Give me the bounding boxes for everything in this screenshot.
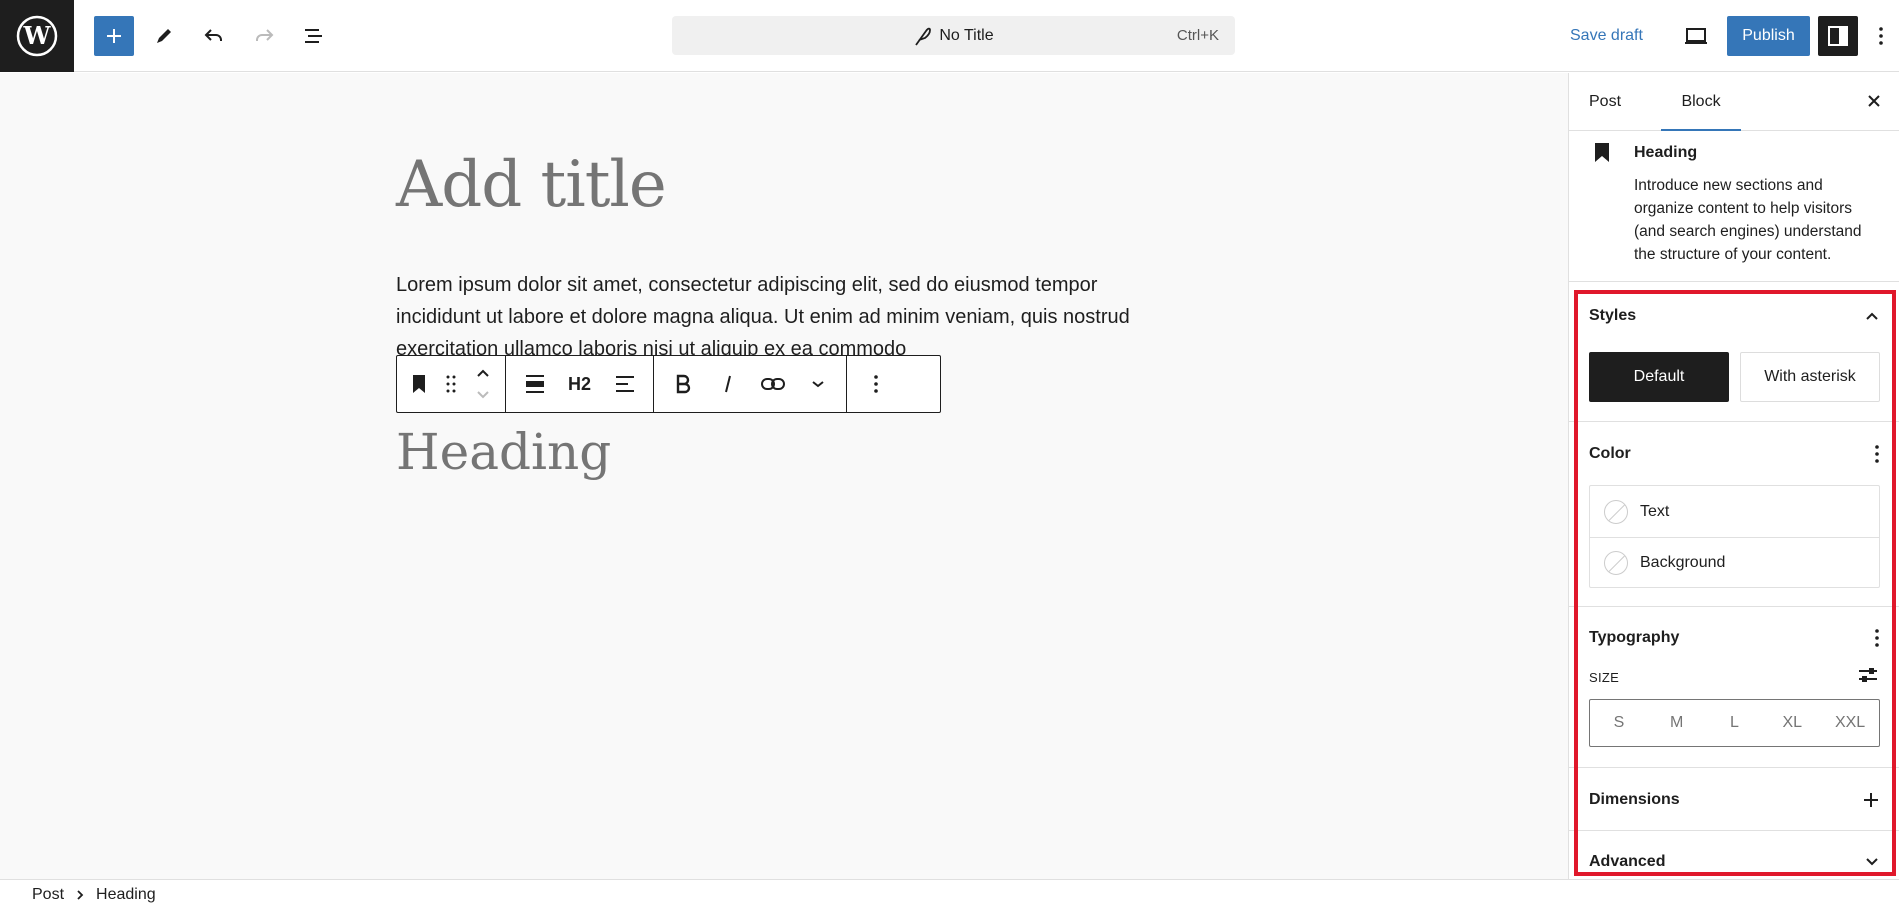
dimensions-panel-title: Dimensions bbox=[1589, 791, 1680, 808]
background-color-item[interactable]: Background bbox=[1590, 537, 1879, 588]
bookmark-icon bbox=[1593, 142, 1617, 166]
bold-icon[interactable] bbox=[660, 362, 705, 406]
block-card: Heading Introduce new sections and organ… bbox=[1569, 132, 1899, 282]
divider bbox=[1569, 606, 1899, 607]
size-option-xxl[interactable]: XXL bbox=[1821, 700, 1879, 746]
editor-canvas: Add title Lorem ipsum dolor sit amet, co… bbox=[0, 73, 1568, 879]
block-toolbar-group-options bbox=[847, 356, 904, 412]
command-palette-bar[interactable]: No Title Ctrl+K bbox=[672, 16, 1235, 55]
heading-level-button[interactable]: H2 bbox=[557, 362, 602, 406]
divider bbox=[1569, 767, 1899, 768]
breadcrumb-post[interactable]: Post bbox=[32, 886, 64, 904]
size-option-l[interactable]: L bbox=[1706, 700, 1764, 746]
divider bbox=[1569, 830, 1899, 831]
styles-panel-toggle[interactable]: Styles bbox=[1589, 296, 1880, 336]
color-options-icon[interactable] bbox=[1874, 444, 1880, 464]
wide-width-icon[interactable] bbox=[512, 362, 557, 406]
color-panel-title: Color bbox=[1589, 445, 1631, 462]
style-default-button[interactable]: Default bbox=[1589, 352, 1729, 402]
more-options-icon[interactable] bbox=[1866, 16, 1896, 56]
list-view-icon[interactable] bbox=[294, 16, 334, 56]
sidebar-tabs: Post Block bbox=[1569, 73, 1899, 131]
block-toolbar: H2 bbox=[396, 355, 941, 413]
advanced-panel-toggle[interactable]: Advanced bbox=[1589, 842, 1880, 882]
styles-panel-title: Styles bbox=[1589, 307, 1637, 324]
typography-panel-title: Typography bbox=[1589, 629, 1680, 646]
document-title: No Title bbox=[939, 26, 994, 44]
block-card-title: Heading bbox=[1634, 144, 1698, 161]
size-option-s[interactable]: S bbox=[1590, 700, 1648, 746]
drag-handle-icon[interactable] bbox=[435, 362, 467, 406]
editor-header: W No Title Ctrl+K Save draft Publish bbox=[0, 0, 1899, 72]
size-option-m[interactable]: M bbox=[1648, 700, 1706, 746]
move-up-down-icon[interactable] bbox=[467, 362, 499, 406]
breadcrumb-heading[interactable]: Heading bbox=[96, 886, 156, 904]
divider bbox=[1569, 421, 1899, 422]
feather-icon bbox=[913, 26, 932, 46]
size-option-xl[interactable]: XL bbox=[1763, 700, 1821, 746]
settings-sidebar-icon[interactable] bbox=[1818, 16, 1858, 56]
close-icon[interactable] bbox=[1862, 89, 1886, 113]
publish-button[interactable]: Publish bbox=[1727, 16, 1810, 56]
heading-block[interactable]: Heading bbox=[396, 423, 611, 481]
block-toolbar-group-format bbox=[654, 356, 847, 412]
save-draft-button[interactable]: Save draft bbox=[1570, 22, 1643, 50]
pencil-icon[interactable] bbox=[144, 16, 184, 56]
chevron-down-icon[interactable] bbox=[795, 362, 840, 406]
block-toolbar-group-parent bbox=[397, 356, 506, 412]
plus-icon[interactable] bbox=[1862, 791, 1880, 809]
settings-sidebar: Post Block Heading Introduce new section… bbox=[1568, 73, 1899, 879]
tab-post[interactable]: Post bbox=[1589, 73, 1621, 131]
link-icon[interactable] bbox=[750, 362, 795, 406]
paragraph-block-wrapper: Lorem ipsum dolor sit amet, consectetur … bbox=[396, 269, 1196, 359]
chevron-right-icon bbox=[76, 889, 84, 901]
text-align-icon[interactable] bbox=[602, 362, 647, 406]
typography-options-icon[interactable] bbox=[1874, 628, 1880, 648]
color-settings-list: Text Background bbox=[1589, 485, 1880, 588]
paragraph-block[interactable]: Lorem ipsum dolor sit amet, consectetur … bbox=[396, 269, 1176, 359]
bookmark-icon[interactable] bbox=[403, 362, 435, 406]
style-with-asterisk-button[interactable]: With asterisk bbox=[1740, 352, 1880, 402]
block-options-icon[interactable] bbox=[853, 362, 898, 406]
post-title-field[interactable]: Add title bbox=[396, 148, 667, 222]
preview-icon[interactable] bbox=[1676, 16, 1716, 56]
wordpress-logo-icon[interactable]: W bbox=[0, 0, 74, 72]
empty-swatch-icon bbox=[1604, 551, 1628, 575]
tab-block[interactable]: Block bbox=[1661, 73, 1741, 131]
custom-size-icon[interactable] bbox=[1857, 665, 1881, 689]
background-color-label: Background bbox=[1640, 554, 1726, 571]
block-breadcrumb: Post Heading bbox=[0, 879, 1899, 909]
svg-text:W: W bbox=[23, 21, 52, 50]
redo-icon[interactable] bbox=[244, 16, 284, 56]
text-color-item[interactable]: Text bbox=[1590, 486, 1879, 537]
chevron-down-icon bbox=[1864, 857, 1880, 867]
undo-icon[interactable] bbox=[194, 16, 234, 56]
advanced-panel-title: Advanced bbox=[1589, 853, 1666, 870]
text-color-label: Text bbox=[1640, 502, 1670, 520]
font-size-picker: S M L XL XXL bbox=[1589, 699, 1880, 747]
dimensions-panel-header: Dimensions bbox=[1589, 780, 1880, 820]
color-panel-header: Color bbox=[1589, 434, 1880, 474]
add-block-button[interactable] bbox=[94, 16, 134, 56]
block-toolbar-group-align: H2 bbox=[506, 356, 654, 412]
typography-panel-header: Typography bbox=[1589, 618, 1880, 658]
size-label: SIZE bbox=[1589, 670, 1620, 685]
command-shortcut: Ctrl+K bbox=[1176, 27, 1219, 44]
empty-swatch-icon bbox=[1604, 499, 1628, 524]
italic-icon[interactable] bbox=[705, 362, 750, 406]
chevron-up-icon bbox=[1864, 311, 1880, 321]
block-card-description: Introduce new sections and organize cont… bbox=[1634, 177, 1862, 263]
